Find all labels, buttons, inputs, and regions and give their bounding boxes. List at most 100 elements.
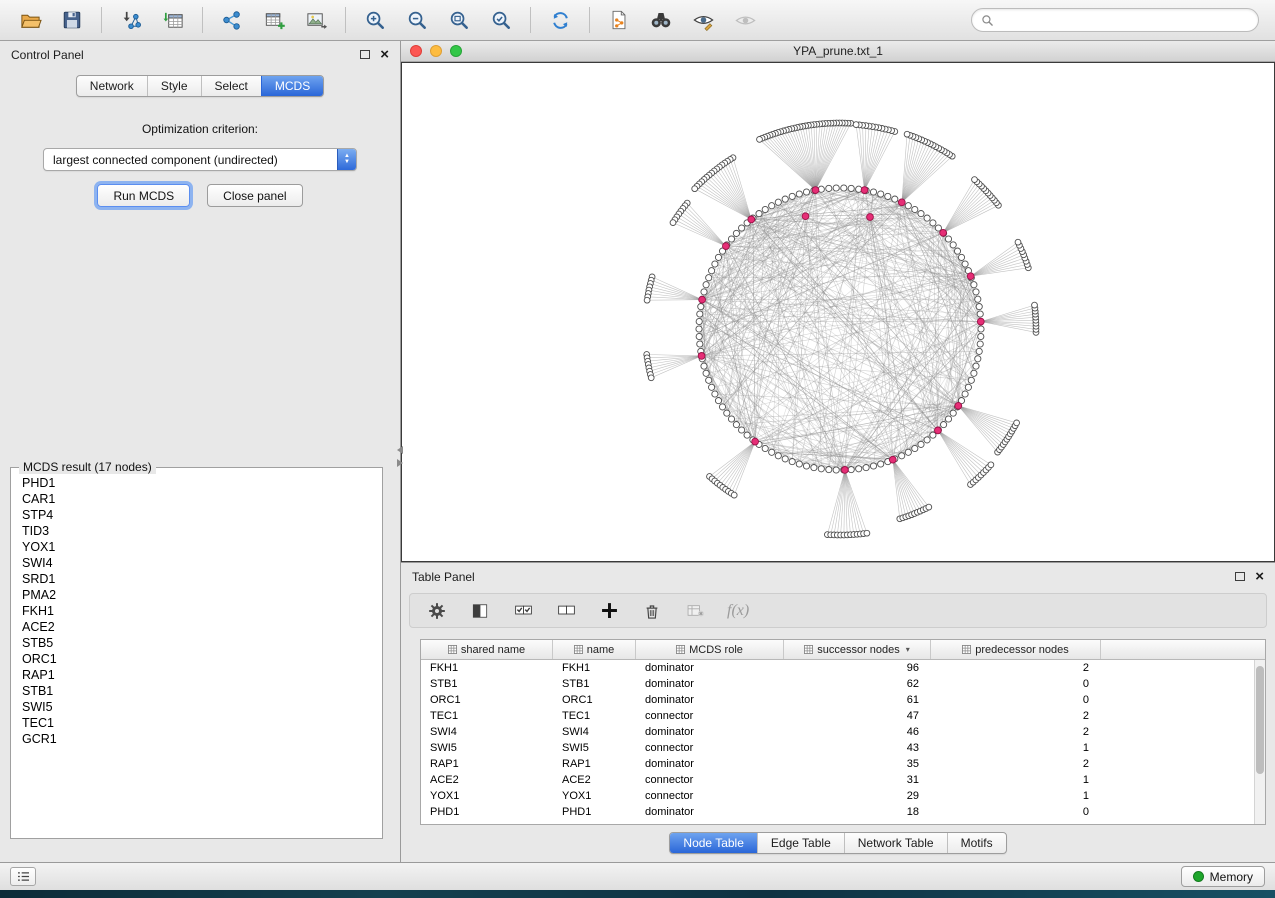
mcds-result-item[interactable]: RAP1 bbox=[22, 667, 381, 683]
zoom-in-button[interactable] bbox=[355, 4, 395, 36]
mcds-result-item[interactable]: PHD1 bbox=[22, 475, 381, 491]
column-header-successor-nodes[interactable]: successor nodes ▾ bbox=[784, 640, 931, 659]
function-builder-button[interactable]: f(x) bbox=[727, 602, 749, 620]
new-network-button[interactable] bbox=[212, 4, 252, 36]
maximize-window-button[interactable] bbox=[450, 45, 462, 57]
add-column-button[interactable] bbox=[598, 600, 620, 622]
annotation-mode-button[interactable] bbox=[683, 4, 723, 36]
list-icon bbox=[17, 871, 30, 882]
table-row[interactable]: SWI4SWI4dominator462 bbox=[421, 724, 1265, 740]
mcds-result-item[interactable]: CAR1 bbox=[22, 491, 381, 507]
splitter-collapse-handle[interactable] bbox=[396, 446, 404, 470]
table-scrollbar[interactable] bbox=[1254, 660, 1265, 824]
find-button[interactable] bbox=[641, 4, 681, 36]
mcds-result-item[interactable]: TEC1 bbox=[22, 715, 381, 731]
mcds-result-item[interactable]: STB5 bbox=[22, 635, 381, 651]
scrollbar-thumb[interactable] bbox=[1256, 666, 1264, 774]
save-session-button[interactable] bbox=[52, 4, 92, 36]
delete-column-button[interactable] bbox=[641, 600, 663, 622]
mcds-result-item[interactable]: STB1 bbox=[22, 683, 381, 699]
deselect-all-button[interactable] bbox=[555, 600, 577, 622]
cell-name: STB1 bbox=[553, 676, 636, 692]
table-row[interactable]: RAP1RAP1dominator352 bbox=[421, 756, 1265, 772]
tab-select[interactable]: Select bbox=[201, 76, 261, 96]
mcds-result-list[interactable]: PHD1CAR1STP4TID3YOX1SWI4SRD1PMA2FKH1ACE2… bbox=[12, 469, 381, 837]
optimization-criterion-select[interactable]: largest connected component (undirected)… bbox=[43, 148, 357, 171]
export-image-button[interactable] bbox=[296, 4, 336, 36]
tab-network[interactable]: Network bbox=[77, 76, 147, 96]
import-table-icon bbox=[162, 9, 185, 32]
table-row[interactable]: FKH1FKH1dominator962 bbox=[421, 660, 1265, 676]
show-columns-button[interactable] bbox=[469, 600, 491, 622]
mcds-result-item[interactable]: FKH1 bbox=[22, 603, 381, 619]
mcds-result-item[interactable]: ORC1 bbox=[22, 651, 381, 667]
task-history-button[interactable] bbox=[10, 867, 36, 886]
mcds-result-item[interactable]: GCR1 bbox=[22, 731, 381, 747]
network-window-titlebar[interactable]: YPA_prune.txt_1 bbox=[401, 41, 1275, 62]
table-row[interactable]: STB1STB1dominator620 bbox=[421, 676, 1265, 692]
zoom-selected-button[interactable] bbox=[481, 4, 521, 36]
minimize-window-button[interactable] bbox=[430, 45, 442, 57]
import-table-button[interactable] bbox=[153, 4, 193, 36]
select-all-icon bbox=[513, 600, 534, 621]
tab-mcds[interactable]: MCDS bbox=[261, 76, 323, 96]
column-grid-icon bbox=[804, 645, 813, 654]
table-row[interactable]: PHD1PHD1dominator180 bbox=[421, 804, 1265, 820]
search-input[interactable] bbox=[999, 13, 1249, 27]
close-icon[interactable]: × bbox=[380, 50, 389, 60]
share-document-button[interactable] bbox=[599, 4, 639, 36]
import-network-button[interactable] bbox=[111, 4, 151, 36]
table-row[interactable]: TEC1TEC1connector472 bbox=[421, 708, 1265, 724]
mcds-result-item[interactable]: SRD1 bbox=[22, 571, 381, 587]
cell-name: ACE2 bbox=[553, 772, 636, 788]
tab-network-table[interactable]: Network Table bbox=[844, 833, 947, 853]
column-header-mcds-role[interactable]: MCDS role bbox=[636, 640, 784, 659]
mcds-result-item[interactable]: SWI5 bbox=[22, 699, 381, 715]
tab-style[interactable]: Style bbox=[147, 76, 201, 96]
cell-filler bbox=[1101, 788, 1265, 804]
tab-node-table[interactable]: Node Table bbox=[670, 833, 757, 853]
run-mcds-button[interactable]: Run MCDS bbox=[97, 184, 190, 207]
table-row[interactable]: YOX1YOX1connector291 bbox=[421, 788, 1265, 804]
close-panel-button[interactable]: Close panel bbox=[207, 184, 302, 207]
select-all-button[interactable] bbox=[512, 600, 534, 622]
mcds-result-item[interactable]: YOX1 bbox=[22, 539, 381, 555]
column-header-name[interactable]: name bbox=[553, 640, 636, 659]
cell-successor-nodes: 35 bbox=[784, 756, 931, 772]
cell-shared-name: YOX1 bbox=[421, 788, 553, 804]
cell-filler bbox=[1101, 772, 1265, 788]
refresh-icon bbox=[549, 9, 572, 32]
zoom-fit-button[interactable] bbox=[439, 4, 479, 36]
table-row[interactable]: ORC1ORC1dominator610 bbox=[421, 692, 1265, 708]
column-header-shared-name[interactable]: shared name bbox=[421, 640, 553, 659]
table-row[interactable]: SWI5SWI5connector431 bbox=[421, 740, 1265, 756]
float-window-icon[interactable] bbox=[1235, 572, 1245, 581]
open-session-button[interactable] bbox=[10, 4, 50, 36]
mcds-result-item[interactable]: TID3 bbox=[22, 523, 381, 539]
table-settings-button[interactable] bbox=[426, 600, 448, 622]
mcds-result-item[interactable]: STP4 bbox=[22, 507, 381, 523]
table-row[interactable]: ACE2ACE2connector311 bbox=[421, 772, 1265, 788]
mcds-result-item[interactable]: ACE2 bbox=[22, 619, 381, 635]
column-header-predecessor-nodes[interactable]: predecessor nodes bbox=[931, 640, 1101, 659]
clear-table-button[interactable] bbox=[684, 600, 706, 622]
show-hide-button[interactable] bbox=[725, 4, 765, 36]
close-icon[interactable]: × bbox=[1255, 572, 1264, 582]
network-canvas[interactable] bbox=[401, 62, 1275, 562]
search-box[interactable] bbox=[971, 8, 1259, 32]
tab-motifs[interactable]: Motifs bbox=[947, 833, 1006, 853]
zoom-out-button[interactable] bbox=[397, 4, 437, 36]
new-table-button[interactable] bbox=[254, 4, 294, 36]
close-window-button[interactable] bbox=[410, 45, 422, 57]
import-network-icon bbox=[120, 9, 143, 32]
table-panel-tabs: Node Table Edge Table Network Table Moti… bbox=[401, 832, 1275, 854]
mcds-result-item[interactable]: PMA2 bbox=[22, 587, 381, 603]
tab-edge-table[interactable]: Edge Table bbox=[757, 833, 844, 853]
plus-icon bbox=[599, 600, 620, 621]
refresh-button[interactable] bbox=[540, 4, 580, 36]
mcds-result-item[interactable]: SWI4 bbox=[22, 555, 381, 571]
float-window-icon[interactable] bbox=[360, 50, 370, 59]
cell-shared-name: RAP1 bbox=[421, 756, 553, 772]
columns-icon bbox=[470, 601, 490, 621]
memory-button[interactable]: Memory bbox=[1181, 866, 1265, 887]
